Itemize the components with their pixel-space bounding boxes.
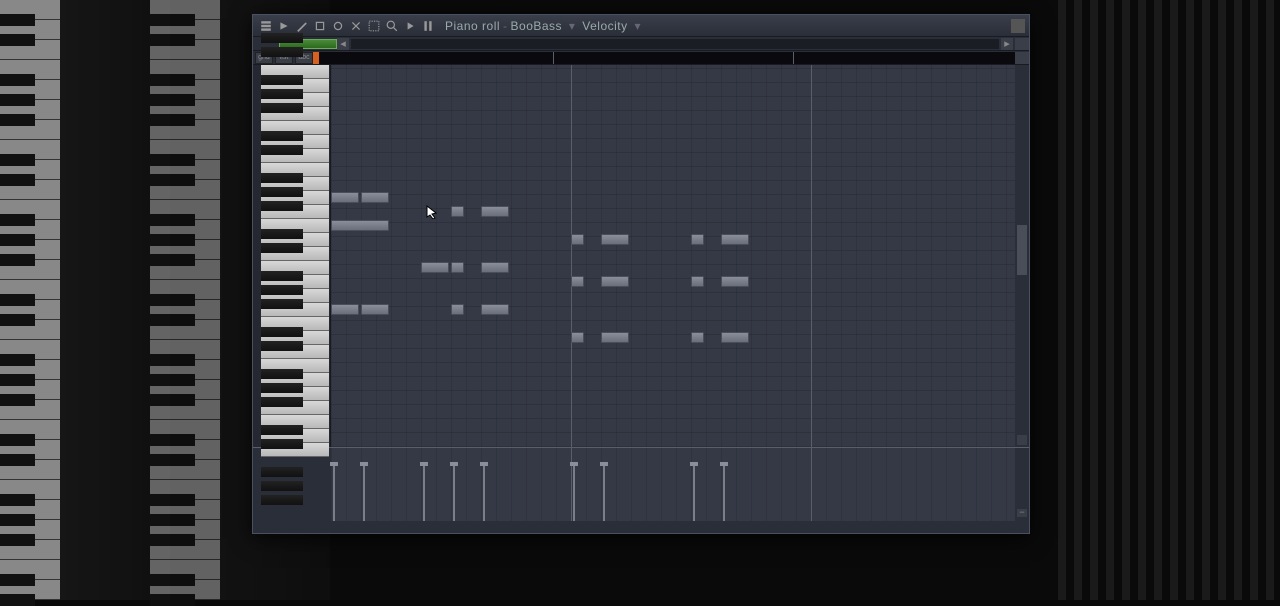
velocity-bar[interactable] <box>693 466 695 521</box>
piano-key-black[interactable] <box>261 397 303 407</box>
vscroll-up[interactable] <box>1015 52 1029 64</box>
midi-note[interactable] <box>691 276 704 287</box>
midi-note[interactable] <box>451 304 464 315</box>
close-button[interactable] <box>1011 19 1025 33</box>
note-grid[interactable] <box>331 65 1015 447</box>
zoom-fit[interactable] <box>1015 38 1029 50</box>
piano-key-black[interactable] <box>261 243 303 253</box>
velocity-bar[interactable] <box>483 466 485 521</box>
midi-note[interactable] <box>361 192 389 203</box>
piano-key-black[interactable] <box>261 425 303 435</box>
vscroll-down[interactable] <box>1017 435 1027 445</box>
piano-key-black[interactable] <box>261 369 303 379</box>
paint-icon[interactable] <box>313 19 327 33</box>
vertical-scrollbar[interactable] <box>1015 65 1029 447</box>
piano-key-black[interactable] <box>261 383 303 393</box>
midi-note[interactable] <box>481 206 509 217</box>
bar-line <box>571 65 572 447</box>
piano-key-black[interactable] <box>261 481 303 491</box>
bottom-bar <box>253 521 1029 533</box>
vscroll-thumb[interactable] <box>1017 225 1027 275</box>
velocity-bar[interactable] <box>603 466 605 521</box>
midi-note[interactable] <box>451 206 464 217</box>
timeline[interactable] <box>313 52 1015 64</box>
midi-note[interactable] <box>721 234 749 245</box>
piano-key-black[interactable] <box>261 495 303 505</box>
midi-note[interactable] <box>421 262 449 273</box>
piano-key-black[interactable] <box>261 327 303 337</box>
piano-key-black[interactable] <box>261 439 303 449</box>
select-icon[interactable] <box>367 19 381 33</box>
piano-key-black[interactable] <box>261 75 303 85</box>
piano-keyboard[interactable] <box>253 65 331 447</box>
piano-key-black[interactable] <box>261 201 303 211</box>
snap-icon[interactable] <box>421 19 435 33</box>
midi-note[interactable] <box>571 332 584 343</box>
erase-icon[interactable] <box>331 19 345 33</box>
velocity-bar[interactable] <box>573 466 575 521</box>
midi-note[interactable] <box>691 332 704 343</box>
zoom-icon[interactable] <box>385 19 399 33</box>
background-piano-1: for(let i=0;i<30;i++){document.write('<d… <box>0 0 170 600</box>
piano-key-black[interactable] <box>261 145 303 155</box>
piano-key-black[interactable] <box>261 33 303 43</box>
playhead-marker[interactable] <box>313 52 319 64</box>
midi-note[interactable] <box>721 276 749 287</box>
titlebar[interactable]: Piano roll-BooBass ▾ Velocity ▾ <box>253 15 1029 37</box>
velocity-bar[interactable] <box>453 466 455 521</box>
color-scrollbar-row: ◂ ▸ <box>253 37 1029 51</box>
piano-key-black[interactable] <box>261 103 303 113</box>
piano-key-black[interactable] <box>261 341 303 351</box>
midi-note[interactable] <box>481 262 509 273</box>
draw-cursor-icon <box>426 205 442 219</box>
midi-note[interactable] <box>691 234 704 245</box>
bar-line <box>811 65 812 447</box>
velocity-bar[interactable] <box>723 466 725 521</box>
velocity-side: − <box>1015 448 1029 521</box>
piano-key-black[interactable] <box>261 187 303 197</box>
mode-timeline-row: grid list abc <box>253 51 1029 65</box>
piano-key-black[interactable] <box>261 271 303 281</box>
arrow-icon[interactable] <box>277 19 291 33</box>
midi-note[interactable] <box>361 304 389 315</box>
velocity-bar[interactable] <box>363 466 365 521</box>
piano-key-black[interactable] <box>261 299 303 309</box>
midi-note[interactable] <box>601 332 629 343</box>
piano-key-black[interactable] <box>261 467 303 477</box>
midi-note[interactable] <box>601 234 629 245</box>
velocity-bar[interactable] <box>333 466 335 521</box>
menu-icon[interactable] <box>259 19 273 33</box>
piano-key-black[interactable] <box>261 285 303 295</box>
hscroll-left[interactable]: ◂ <box>337 38 349 50</box>
bar-line <box>571 448 572 521</box>
play-icon[interactable] <box>403 19 417 33</box>
midi-note[interactable] <box>571 234 584 245</box>
draw-icon[interactable] <box>295 19 309 33</box>
velocity-minus[interactable]: − <box>1017 509 1027 517</box>
midi-note[interactable] <box>601 276 629 287</box>
velocity-panel: − <box>253 447 1029 521</box>
hscroll-track-top[interactable] <box>351 39 999 49</box>
cut-icon[interactable] <box>349 19 363 33</box>
background-stripes <box>1050 0 1280 600</box>
piano-roll-window: Piano roll-BooBass ▾ Velocity ▾ ◂ ▸ grid… <box>252 14 1030 534</box>
midi-note[interactable] <box>571 276 584 287</box>
piano-key-black[interactable] <box>261 131 303 141</box>
midi-note[interactable] <box>331 220 389 231</box>
velocity-bar[interactable] <box>423 466 425 521</box>
piano-key-black[interactable] <box>261 47 303 57</box>
main-area <box>253 65 1029 447</box>
midi-note[interactable] <box>331 192 359 203</box>
hscroll-right[interactable]: ▸ <box>1001 38 1013 50</box>
piano-key-black[interactable] <box>261 173 303 183</box>
window-title: Piano roll-BooBass ▾ Velocity ▾ <box>445 19 644 33</box>
midi-note[interactable] <box>331 304 359 315</box>
piano-key-black[interactable] <box>261 229 303 239</box>
midi-note[interactable] <box>451 262 464 273</box>
bar-line <box>811 448 812 521</box>
velocity-grid[interactable] <box>331 448 1015 521</box>
piano-key-black[interactable] <box>261 89 303 99</box>
midi-note[interactable] <box>481 304 509 315</box>
midi-note[interactable] <box>721 332 749 343</box>
